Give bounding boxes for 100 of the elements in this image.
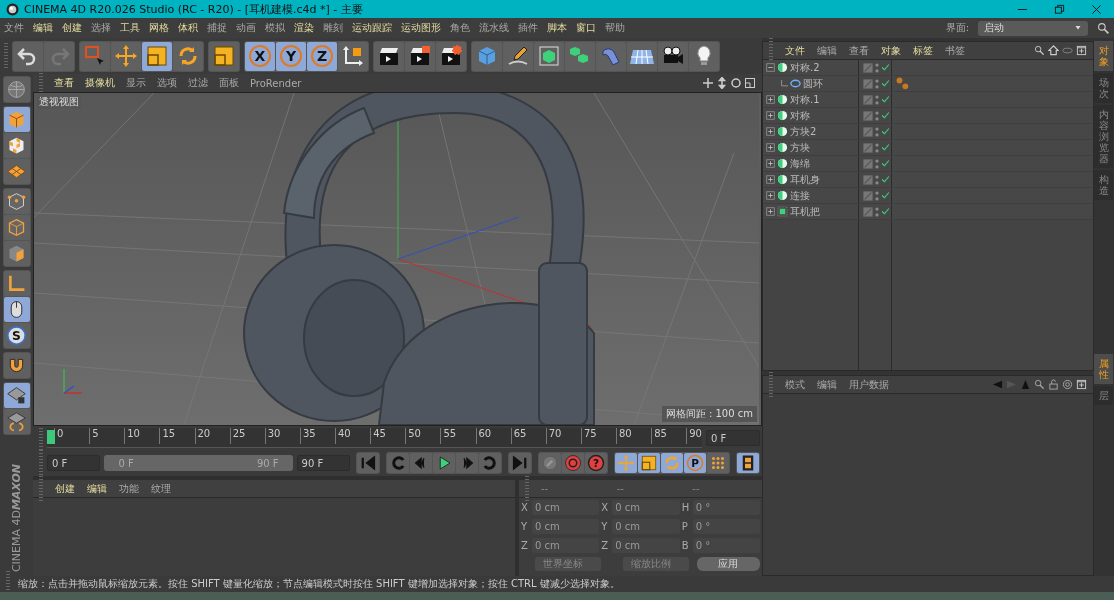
check-icon[interactable] <box>881 191 890 200</box>
object-row[interactable]: 耳机把 <box>763 204 1093 220</box>
edges-button[interactable] <box>3 215 30 240</box>
object-row[interactable]: 耳机身 <box>763 172 1093 188</box>
model-button[interactable] <box>3 107 30 132</box>
check-icon[interactable] <box>881 175 890 184</box>
menu-item[interactable]: 文件 <box>4 21 24 35</box>
subdiv-button[interactable] <box>534 41 564 71</box>
render-picture-button[interactable] <box>405 41 435 71</box>
expand-icon[interactable] <box>766 143 775 152</box>
magnet-button[interactable] <box>3 353 30 378</box>
pen-button[interactable] <box>503 41 533 71</box>
check-icon[interactable] <box>881 79 890 88</box>
play-button[interactable] <box>433 453 455 473</box>
expand-icon[interactable] <box>766 127 775 136</box>
rotate-button[interactable] <box>173 41 203 71</box>
object-name[interactable]: 耳机身 <box>790 172 820 187</box>
end-frame-field[interactable]: 90 F <box>296 455 350 471</box>
panel-menu-item[interactable]: 编辑 <box>817 43 837 58</box>
scale-button[interactable] <box>638 453 660 473</box>
menu-item[interactable]: 创建 <box>62 21 82 35</box>
object-name[interactable]: 方块 <box>790 140 810 155</box>
sphere-button[interactable] <box>3 77 30 102</box>
texture-button[interactable] <box>3 133 30 158</box>
panel-menu-item[interactable]: 对象 <box>881 43 901 58</box>
snap-button[interactable]: S <box>3 323 30 348</box>
workplane-button[interactable] <box>3 159 30 184</box>
coordinate-field[interactable]: 0 cm <box>532 519 600 534</box>
side-tab[interactable]: 场次 <box>1094 73 1113 103</box>
menu-item[interactable]: 工具 <box>120 21 140 35</box>
frame-range-slider[interactable]: 0 F 90 F <box>104 455 293 471</box>
object-name[interactable]: 海绵 <box>790 156 810 171</box>
axis-lock-button[interactable]: Z <box>307 41 337 71</box>
polys-button[interactable] <box>3 241 30 266</box>
coordinate-field[interactable]: 0 cm <box>612 500 680 515</box>
object-row[interactable]: 方块2 <box>763 124 1093 140</box>
panel-menu-item[interactable]: 创建 <box>55 481 75 496</box>
menu-item[interactable]: 模拟 <box>265 21 285 35</box>
coordinate-field[interactable]: 0 cm <box>612 538 680 553</box>
record-button[interactable] <box>562 453 584 473</box>
menu-item[interactable]: 窗口 <box>576 21 596 35</box>
coordinate-field[interactable]: 0 ° <box>692 538 760 553</box>
expand-icon[interactable] <box>766 191 775 200</box>
panel-menu-item[interactable]: 模式 <box>785 377 805 392</box>
collapse-icon[interactable] <box>766 63 775 72</box>
menu-item[interactable]: 雕刻 <box>323 21 343 35</box>
object-row[interactable]: 方块 <box>763 140 1093 156</box>
viewport-menu-item[interactable]: 过滤 <box>188 76 208 90</box>
viewport-menu-item[interactable]: 面板 <box>219 76 239 90</box>
coordinate-field[interactable]: 0 ° <box>692 500 760 515</box>
object-name[interactable]: 对称.2 <box>790 60 820 75</box>
menu-item[interactable]: 角色 <box>450 21 470 35</box>
check-icon[interactable] <box>881 111 890 120</box>
side-tab[interactable]: 属性 <box>1094 354 1113 384</box>
object-name[interactable]: 对称 <box>790 108 810 123</box>
render-settings-button[interactable] <box>436 41 466 71</box>
menu-item[interactable]: 动画 <box>236 21 256 35</box>
bend-button[interactable] <box>596 41 626 71</box>
menu-item[interactable]: 选择 <box>91 21 111 35</box>
check-icon[interactable] <box>881 127 890 136</box>
object-row[interactable]: 对称.1 <box>763 92 1093 108</box>
panel-menu-item[interactable]: 文件 <box>785 43 805 58</box>
object-row[interactable]: 圆环 <box>763 76 1093 92</box>
menu-item[interactable]: 流水线 <box>479 21 509 35</box>
expand-icon[interactable] <box>766 159 775 168</box>
scale-button[interactable] <box>142 41 172 71</box>
object-name[interactable]: 圆环 <box>803 76 823 91</box>
skip-end-button[interactable] <box>509 453 531 473</box>
layout-dropdown[interactable]: 启动 <box>978 20 1088 36</box>
prev-key-button[interactable] <box>387 453 409 473</box>
side-tab[interactable]: 构造 <box>1094 170 1113 200</box>
object-name[interactable]: 连接 <box>790 188 810 203</box>
viewport-menu-item[interactable]: 查看 <box>54 76 74 90</box>
menu-item[interactable]: 渲染 <box>294 21 314 35</box>
coordinate-field[interactable]: 0 cm <box>532 500 600 515</box>
side-tab[interactable]: 对象 <box>1094 41 1113 71</box>
panel-menu-item[interactable]: 标签 <box>913 43 933 58</box>
array-button[interactable] <box>565 41 595 71</box>
current-frame-field[interactable]: 0 F <box>706 430 760 446</box>
axis-button[interactable] <box>3 271 30 296</box>
points-button[interactable] <box>3 189 30 214</box>
film-button[interactable] <box>737 453 759 473</box>
help-button[interactable]: ? <box>585 453 607 473</box>
object-row[interactable]: 连接 <box>763 188 1093 204</box>
light-button[interactable] <box>689 41 719 71</box>
camera-button[interactable] <box>658 41 688 71</box>
undo-button[interactable] <box>13 41 43 71</box>
coordinate-field[interactable]: 0 ° <box>692 519 760 534</box>
prev-frame-button[interactable] <box>410 453 432 473</box>
key-button[interactable] <box>539 453 561 473</box>
object-row[interactable]: 对称 <box>763 108 1093 124</box>
check-icon[interactable] <box>881 143 890 152</box>
object-name[interactable]: 方块2 <box>790 124 817 139</box>
menu-item[interactable]: 体积 <box>178 21 198 35</box>
axis-lock-button[interactable]: X <box>245 41 275 71</box>
scale-button[interactable] <box>209 41 239 71</box>
panel-menu-item[interactable]: 书签 <box>945 43 965 58</box>
timeline-ruler[interactable]: 0 5 10 15 20 25 30 35 40 45 50 55 60 65 70 75 80 85 90 <box>47 428 702 448</box>
viewport-menu-item[interactable]: 摄像机 <box>85 76 115 90</box>
object-name[interactable]: 耳机把 <box>790 204 820 219</box>
